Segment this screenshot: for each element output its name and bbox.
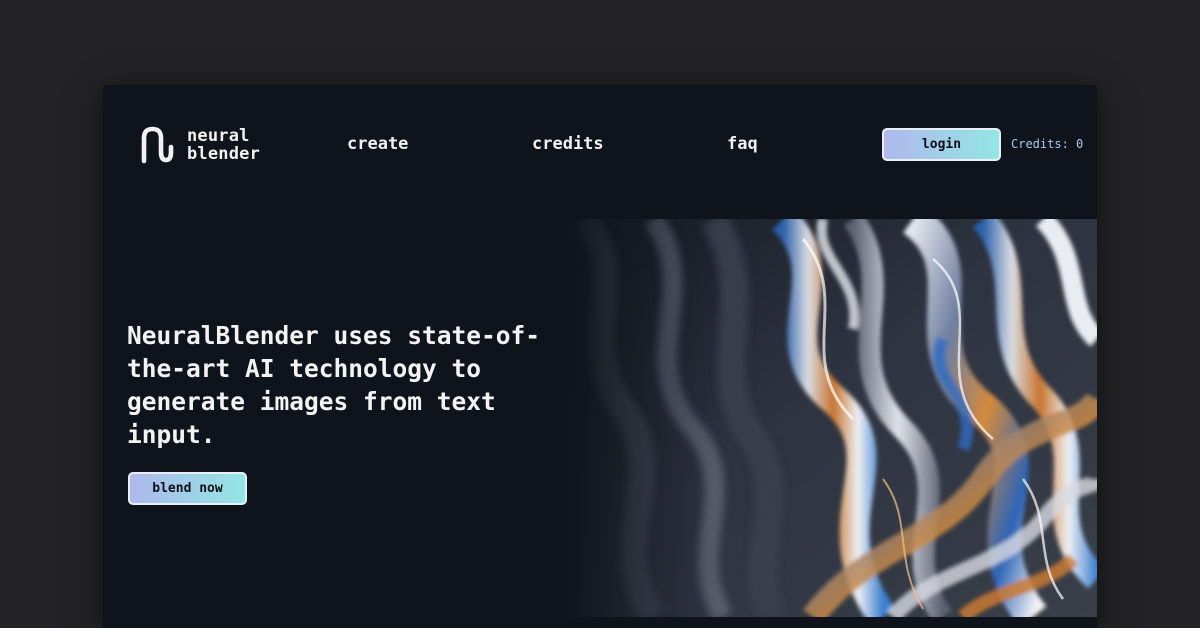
brand-logo[interactable]: neural blender (139, 125, 260, 165)
app-window: neural blender create credits faq login … (103, 85, 1097, 628)
brand-name-line1: neural (187, 126, 250, 146)
brand-name-line2: blender (187, 144, 261, 164)
nav-link-create[interactable]: create (347, 133, 408, 155)
blend-now-button[interactable]: blend now (128, 472, 247, 505)
hero-image (563, 219, 1097, 617)
nav-link-credits[interactable]: credits (532, 133, 604, 155)
hero-headline: NeuralBlender uses state-of-the-art AI t… (127, 321, 541, 449)
credits-counter: Credits: 0 (1011, 137, 1084, 151)
abstract-iridescent-art-image (563, 219, 1097, 617)
brand-name: neural blender (187, 127, 260, 163)
blender-squiggle-icon (141, 126, 174, 164)
nav-link-faq[interactable]: faq (727, 133, 758, 155)
login-button[interactable]: login (882, 128, 1001, 161)
